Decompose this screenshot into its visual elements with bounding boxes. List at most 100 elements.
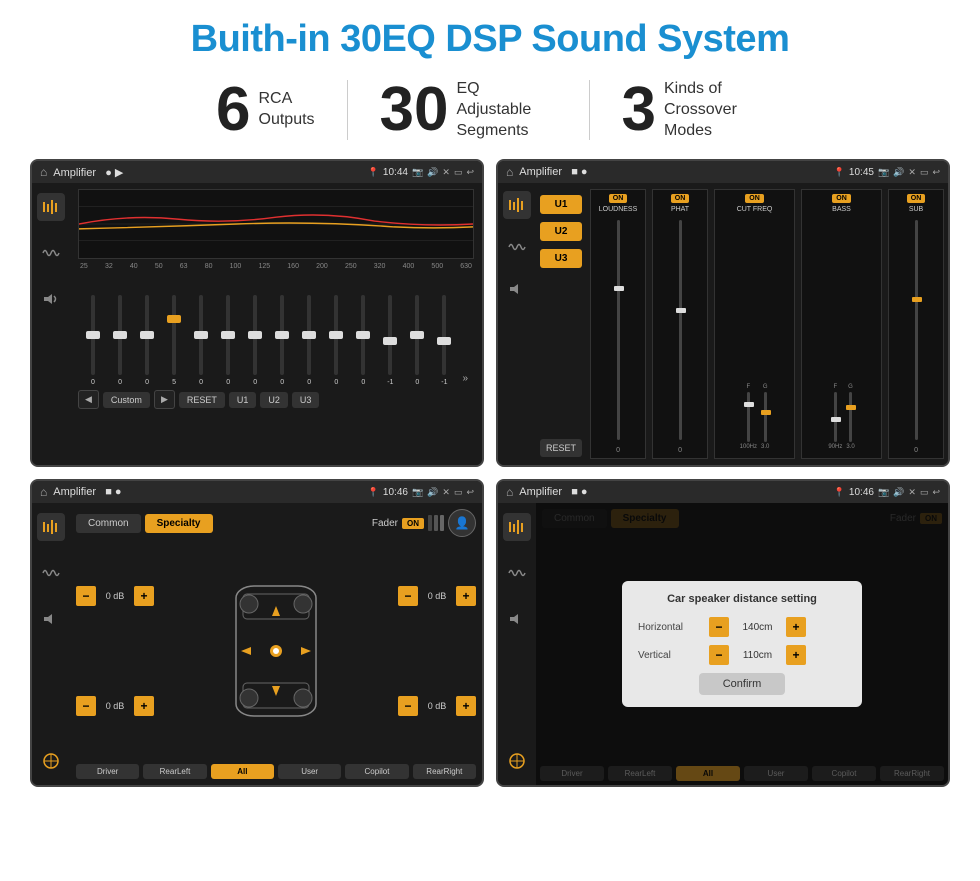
eq-slider-9[interactable]: 0 bbox=[298, 295, 320, 386]
eq-slider-7[interactable]: 0 bbox=[244, 295, 266, 386]
u1-btn[interactable]: U1 bbox=[229, 392, 257, 408]
eq-slider-5[interactable]: 0 bbox=[190, 295, 212, 386]
driver-btn[interactable]: Driver bbox=[76, 764, 139, 779]
eq-slider-6[interactable]: 0 bbox=[217, 295, 239, 386]
loudness-on-btn[interactable]: ON bbox=[609, 194, 628, 203]
eq-val-8: 0 bbox=[280, 379, 284, 386]
eq-icon-3[interactable] bbox=[37, 513, 65, 541]
loudness-thumb bbox=[614, 286, 624, 291]
sub-on-btn[interactable]: ON bbox=[907, 194, 926, 203]
eq-icon-2[interactable] bbox=[503, 191, 531, 219]
left-db-controls: − 0 dB + − 0 dB + bbox=[76, 543, 154, 758]
eq-slider-4[interactable]: 5 bbox=[163, 295, 185, 386]
eq-val-5: 0 bbox=[199, 379, 203, 386]
wave-icon-4[interactable] bbox=[503, 559, 531, 587]
distance-dialog: Car speaker distance setting Horizontal … bbox=[622, 581, 862, 707]
all-btn[interactable]: All bbox=[211, 764, 274, 779]
u1-btn-screen2[interactable]: U1 bbox=[540, 195, 582, 214]
eq-track-13 bbox=[415, 295, 419, 375]
cutfreq-f-slider: F 100Hz bbox=[740, 384, 757, 450]
db-minus-rr[interactable]: − bbox=[398, 696, 418, 716]
db-minus-rl[interactable]: − bbox=[76, 696, 96, 716]
close-icon-4: ✕ bbox=[908, 487, 916, 498]
phat-on-btn[interactable]: ON bbox=[671, 194, 690, 203]
screen4-content: Common Specialty Fader ON Car speaker di… bbox=[498, 503, 948, 785]
eq-icon-4[interactable] bbox=[503, 513, 531, 541]
custom-btn[interactable]: Custom bbox=[103, 392, 150, 408]
volume-icon-4: 🔊 bbox=[893, 487, 904, 498]
eq-more-btn[interactable]: » bbox=[460, 371, 470, 386]
user-btn[interactable]: User bbox=[278, 764, 341, 779]
bass-f-track[interactable] bbox=[834, 392, 837, 442]
volume-side-icon[interactable] bbox=[37, 285, 65, 313]
side-icons-4 bbox=[498, 503, 536, 785]
screen4-bg: Common Specialty Fader ON Car speaker di… bbox=[536, 503, 948, 785]
wave-icon-2[interactable] bbox=[503, 233, 531, 261]
cutfreq-f-track[interactable] bbox=[747, 392, 750, 442]
eq-slider-3[interactable]: 0 bbox=[136, 295, 158, 386]
db-minus-fr[interactable]: − bbox=[398, 586, 418, 606]
eq-next-btn[interactable]: ▶ bbox=[154, 390, 175, 409]
volume-side-icon-4[interactable] bbox=[503, 605, 531, 633]
wave-icon[interactable] bbox=[37, 239, 65, 267]
freq-125: 125 bbox=[258, 263, 270, 270]
eq-val-11: 0 bbox=[361, 379, 365, 386]
eq-slider-14[interactable]: -1 bbox=[433, 295, 455, 386]
speaker-4way-icon[interactable] bbox=[37, 747, 65, 775]
wave-icon-3[interactable] bbox=[37, 559, 65, 587]
eq-slider-10[interactable]: 0 bbox=[325, 295, 347, 386]
db-plus-fl[interactable]: + bbox=[134, 586, 154, 606]
loudness-slider[interactable] bbox=[617, 220, 620, 440]
phat-slider[interactable] bbox=[679, 220, 682, 440]
eq-icon[interactable] bbox=[37, 193, 65, 221]
cutfreq-g-track[interactable] bbox=[764, 392, 767, 442]
bass-on-btn[interactable]: ON bbox=[832, 194, 851, 203]
eq-slider-1[interactable]: 0 bbox=[82, 295, 104, 386]
fader-main: Common Specialty Fader ON bbox=[70, 503, 482, 785]
eq-val-13: 0 bbox=[415, 379, 419, 386]
sub-slider[interactable] bbox=[915, 220, 918, 440]
rearleft-btn[interactable]: RearLeft bbox=[143, 764, 206, 779]
speaker-4way-icon-4[interactable] bbox=[503, 747, 531, 775]
u3-btn[interactable]: U3 bbox=[292, 392, 320, 408]
confirm-button[interactable]: Confirm bbox=[699, 673, 786, 695]
specialty-tab[interactable]: Specialty bbox=[145, 514, 213, 533]
eq-freq-labels: 25 32 40 50 63 80 100 125 160 200 250 32… bbox=[78, 263, 474, 270]
eq-slider-8[interactable]: 0 bbox=[271, 295, 293, 386]
location-icon-4: 📍 bbox=[834, 487, 845, 498]
volume-side-icon-2[interactable] bbox=[503, 275, 531, 303]
bass-f-slider: F 90Hz bbox=[828, 384, 842, 450]
horizontal-plus-btn[interactable]: + bbox=[786, 617, 806, 637]
u2-btn[interactable]: U2 bbox=[260, 392, 288, 408]
db-plus-rr[interactable]: + bbox=[456, 696, 476, 716]
common-tab[interactable]: Common bbox=[76, 514, 141, 533]
eq-thumb-13 bbox=[410, 331, 424, 339]
close-icon-2: ✕ bbox=[908, 167, 916, 178]
db-plus-fr[interactable]: + bbox=[456, 586, 476, 606]
eq-track-7 bbox=[253, 295, 257, 375]
eq-prev-btn[interactable]: ◀ bbox=[78, 390, 99, 409]
vertical-minus-btn[interactable]: − bbox=[709, 645, 729, 665]
horizontal-minus-btn[interactable]: − bbox=[709, 617, 729, 637]
cutfreq-on-btn[interactable]: ON bbox=[745, 194, 764, 203]
eq-slider-2[interactable]: 0 bbox=[109, 295, 131, 386]
vertical-plus-btn[interactable]: + bbox=[786, 645, 806, 665]
db-plus-rl[interactable]: + bbox=[134, 696, 154, 716]
horizontal-label: Horizontal bbox=[638, 622, 703, 633]
eq-slider-13[interactable]: 0 bbox=[406, 295, 428, 386]
u2-btn-screen2[interactable]: U2 bbox=[540, 222, 582, 241]
eq-thumb-4 bbox=[167, 315, 181, 323]
settings-round-btn[interactable]: 👤 bbox=[448, 509, 476, 537]
eq-val-14: -1 bbox=[441, 379, 447, 386]
copilot-btn[interactable]: Copilot bbox=[345, 764, 408, 779]
bass-g-track[interactable] bbox=[849, 392, 852, 442]
car-svg bbox=[221, 576, 331, 726]
u3-btn-screen2[interactable]: U3 bbox=[540, 249, 582, 268]
db-minus-fl[interactable]: − bbox=[76, 586, 96, 606]
reset-btn-screen2[interactable]: RESET bbox=[540, 439, 582, 457]
eq-slider-11[interactable]: 0 bbox=[352, 295, 374, 386]
rearright-btn[interactable]: RearRight bbox=[413, 764, 476, 779]
reset-btn[interactable]: RESET bbox=[179, 392, 225, 408]
volume-side-icon-3[interactable] bbox=[37, 605, 65, 633]
eq-slider-12[interactable]: -1 bbox=[379, 295, 401, 386]
